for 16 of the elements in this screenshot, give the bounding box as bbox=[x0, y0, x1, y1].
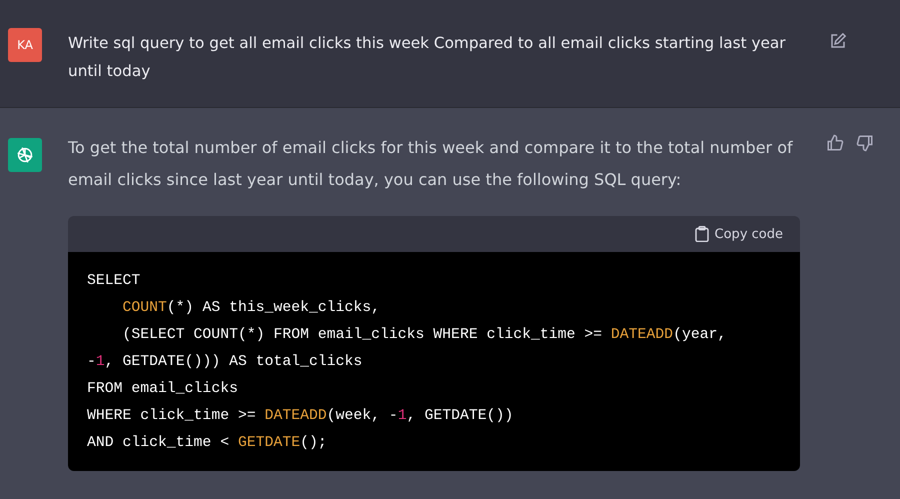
assistant-message: To get the total number of email clicks for this week and compare it to the total number of email clicks since last year until today, you can use the following SQL query: bbox=[68, 137, 794, 191]
thumbs-up-icon[interactable] bbox=[826, 134, 844, 152]
code-line: COUNT(*) AS this_week_clicks, bbox=[122, 299, 382, 318]
thumbs-down-icon[interactable] bbox=[856, 134, 874, 152]
code-line: -1, GETDATE())) AS total_clicks bbox=[87, 353, 364, 372]
user-avatar: KA bbox=[8, 28, 42, 62]
user-message: Write sql query to get all email clicks this week Compared to all email clicks starting last year until today bbox=[68, 33, 787, 82]
code-line: (SELECT COUNT(*) FROM email_clicks WHERE click_time >= DATEADD(year, bbox=[122, 326, 728, 345]
code-line: SELECT bbox=[87, 272, 142, 291]
code-line: WHERE click_time >= DATEADD(week, -1, GETDATE()) bbox=[87, 407, 514, 426]
code-line: AND click_time < GETDATE(); bbox=[87, 434, 328, 453]
code-line: FROM email_clicks bbox=[87, 380, 239, 399]
clipboard-icon bbox=[694, 226, 709, 242]
assistant-logo bbox=[8, 138, 42, 172]
edit-icon[interactable] bbox=[829, 32, 847, 50]
copy-code-button[interactable]: Copy code bbox=[694, 226, 783, 242]
